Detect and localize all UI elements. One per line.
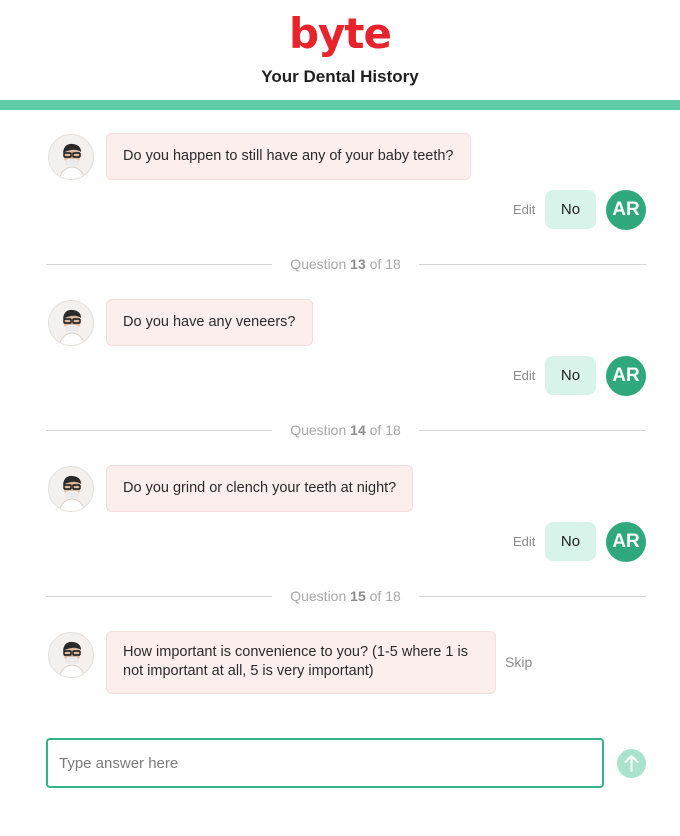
question-bubble: Do you have any veneers?: [106, 299, 313, 346]
arrow-up-icon: [624, 755, 639, 772]
progress-accent-bar: [0, 100, 680, 110]
send-button[interactable]: [617, 749, 646, 778]
doctor-avatar: [48, 300, 94, 346]
edit-answer-link[interactable]: Edit: [513, 534, 535, 549]
question-bubble: Do you grind or clench your teeth at nig…: [106, 465, 414, 512]
question-text: Do you have any veneers?: [123, 314, 296, 330]
question-progress-label: Question 13 of 18: [290, 256, 401, 272]
question-text: Do you grind or clench your teeth at nig…: [123, 480, 397, 496]
answer-input[interactable]: [46, 738, 604, 788]
byte-logo: byte: [288, 9, 392, 58]
question-progress-divider: Question 15 of 18: [46, 586, 646, 606]
current-question-bubble: How important is convenience to you? (1-…: [106, 631, 496, 694]
question-text-line: not important at all, 5 is very importan…: [123, 663, 374, 679]
answer-bubble: No: [545, 190, 596, 229]
edit-answer-link[interactable]: Edit: [513, 202, 535, 217]
doctor-portrait-icon: [49, 467, 93, 511]
skip-question-link[interactable]: Skip: [505, 654, 532, 670]
doctor-portrait-icon: [49, 301, 93, 345]
doctor-portrait-icon: [49, 633, 93, 677]
edit-answer-link[interactable]: Edit: [513, 368, 535, 383]
doctor-avatar: [48, 632, 94, 678]
question-progress-divider: Question 14 of 18: [46, 420, 646, 440]
question-bubble: Do you happen to still have any of your …: [106, 133, 471, 180]
answer-bubble: No: [545, 356, 596, 395]
question-progress-label: Question 14 of 18: [290, 422, 401, 438]
doctor-portrait-icon: [49, 135, 93, 179]
question-progress-divider: Question 13 of 18: [46, 254, 646, 274]
user-avatar: AR: [606, 522, 646, 562]
question-progress-label: Question 15 of 18: [290, 588, 401, 604]
answer-bubble: No: [545, 522, 596, 561]
header: byte Your Dental History: [0, 0, 680, 100]
user-avatar: AR: [606, 356, 646, 396]
user-avatar: AR: [606, 190, 646, 230]
question-text-line: How important is convenience to you? (1-…: [123, 644, 468, 660]
page-title: Your Dental History: [261, 67, 419, 86]
doctor-avatar: [48, 134, 94, 180]
question-text: Do you happen to still have any of your …: [123, 148, 454, 164]
doctor-avatar: [48, 466, 94, 512]
